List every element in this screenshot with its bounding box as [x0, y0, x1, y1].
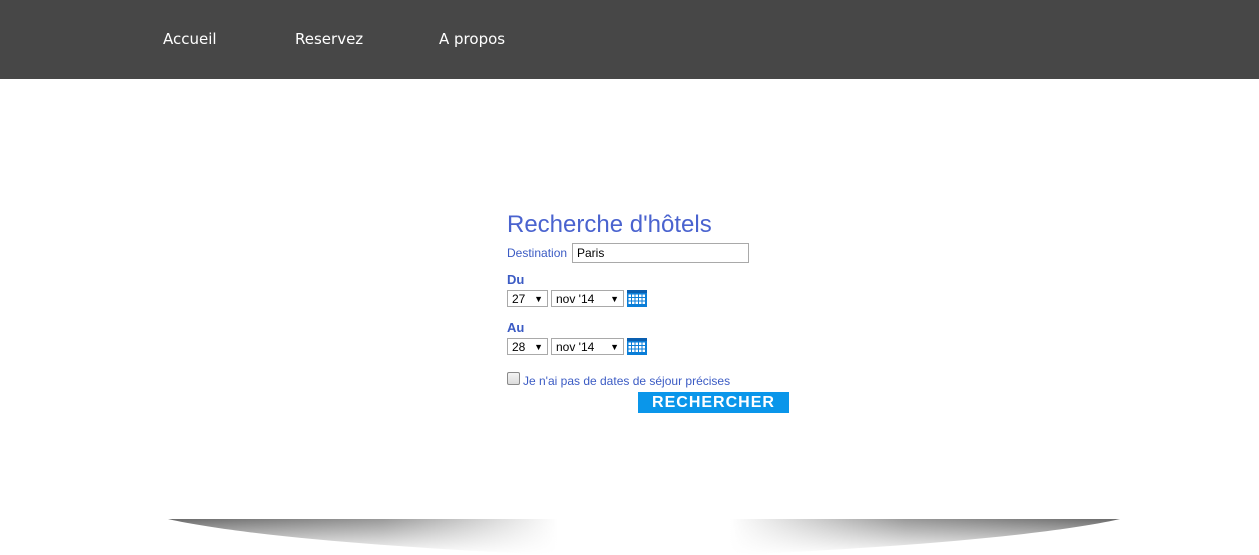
chevron-down-icon: ▼	[610, 342, 619, 352]
to-day-value: 28	[512, 340, 526, 354]
chevron-down-icon: ▼	[610, 294, 619, 304]
to-month-select[interactable]: nov '14 ▼	[551, 338, 624, 355]
from-month-value: nov '14	[556, 292, 595, 306]
calendar-icon[interactable]	[627, 290, 647, 307]
no-dates-checkbox[interactable]	[507, 372, 520, 385]
destination-label: Destination	[507, 246, 568, 260]
page-shadow-right	[730, 519, 1120, 555]
page-shadow-left	[168, 519, 558, 555]
search-button[interactable]: RECHERCHER	[638, 392, 789, 413]
nav-link-accueil[interactable]: Accueil	[163, 30, 217, 48]
no-dates-label[interactable]: Je n'ai pas de dates de séjour précises	[523, 374, 730, 388]
to-month-value: nov '14	[556, 340, 595, 354]
to-day-select[interactable]: 28 ▼	[507, 338, 548, 355]
from-day-select[interactable]: 27 ▼	[507, 290, 548, 307]
calendar-icon[interactable]	[627, 338, 647, 355]
from-label: Du	[507, 272, 525, 287]
from-day-value: 27	[512, 292, 526, 306]
from-month-select[interactable]: nov '14 ▼	[551, 290, 624, 307]
form-title: Recherche d'hôtels	[507, 211, 712, 238]
top-navigation: Accueil Reservez A propos	[0, 0, 1259, 79]
nav-link-a-propos[interactable]: A propos	[439, 30, 505, 48]
nav-link-reservez[interactable]: Reservez	[295, 30, 363, 48]
destination-input[interactable]	[572, 243, 749, 263]
chevron-down-icon: ▼	[534, 342, 543, 352]
to-label: Au	[507, 320, 525, 335]
chevron-down-icon: ▼	[534, 294, 543, 304]
